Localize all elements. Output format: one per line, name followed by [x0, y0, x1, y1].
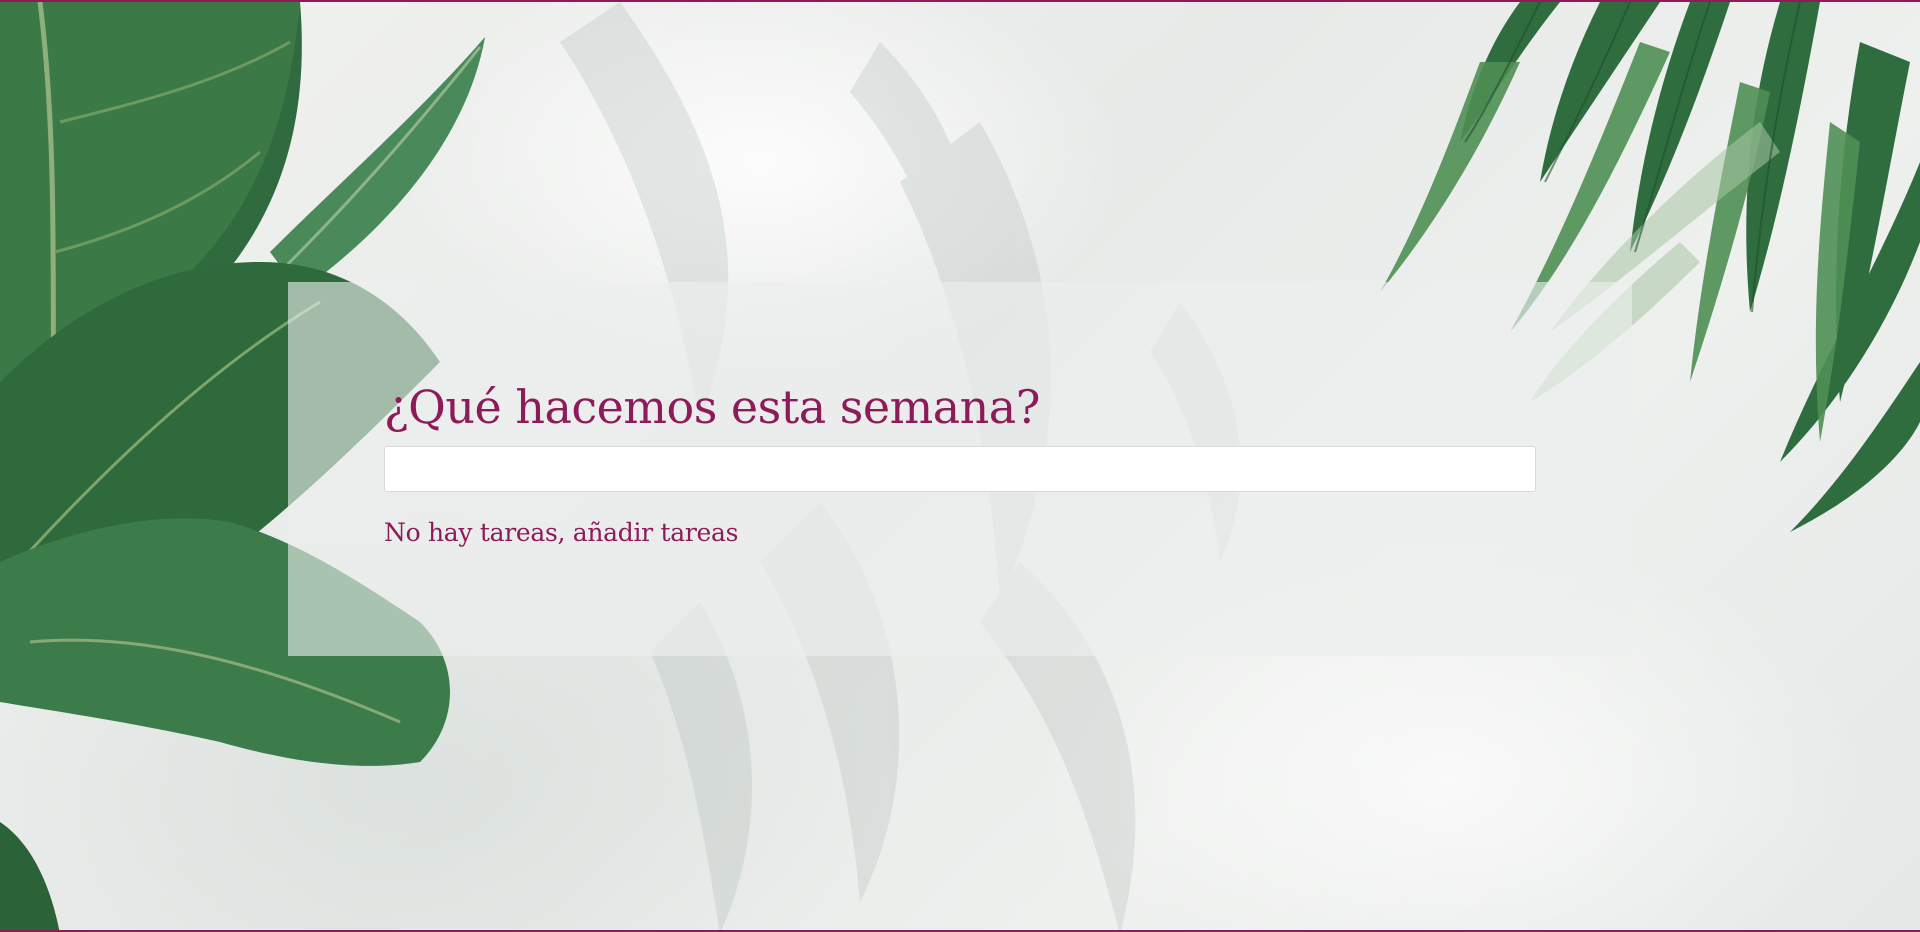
task-card: ¿Qué hacemos esta semana? No hay tareas,…: [288, 282, 1632, 656]
background-wall: ¿Qué hacemos esta semana? No hay tareas,…: [0, 0, 1920, 932]
task-input[interactable]: [384, 446, 1536, 492]
empty-state-message: No hay tareas, añadir tareas: [384, 518, 739, 547]
page-title: ¿Qué hacemos esta semana?: [384, 380, 1040, 434]
